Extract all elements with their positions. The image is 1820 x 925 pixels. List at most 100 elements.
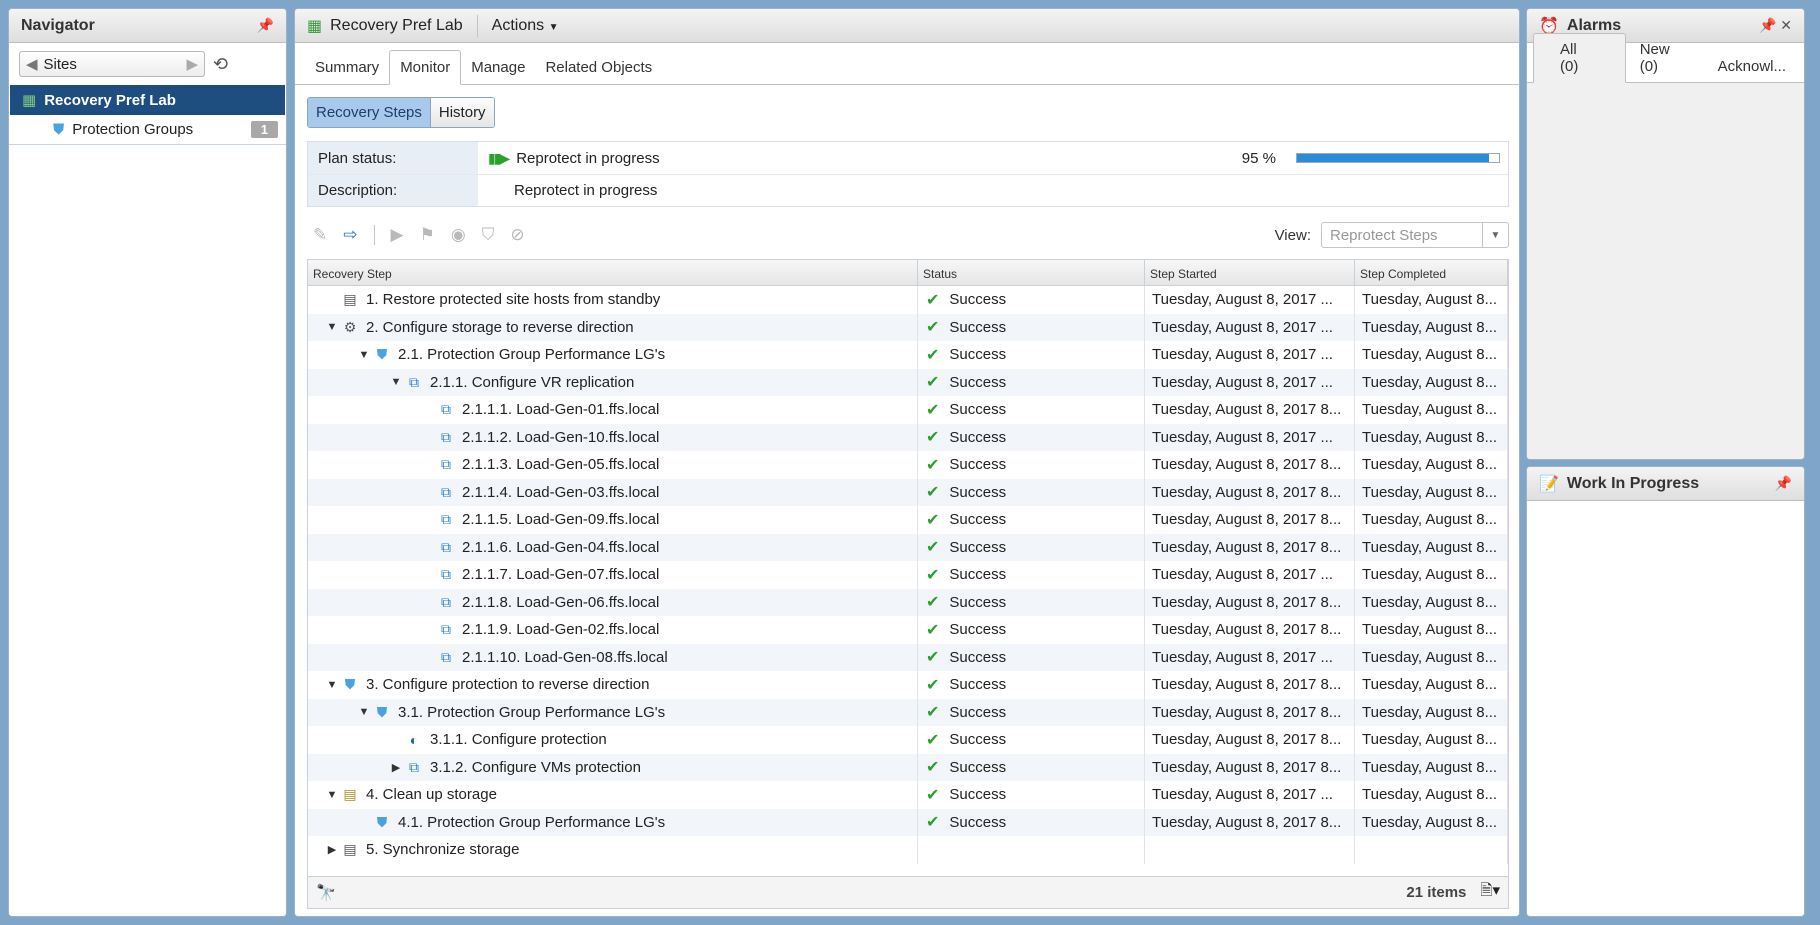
vm-step-icon: ⧉ bbox=[441, 401, 451, 418]
success-check-icon: ✔ bbox=[926, 291, 940, 309]
table-row[interactable]: ⧉ 2.1.1.7. Load-Gen-07.ffs.local ✔ Success T… bbox=[308, 561, 1508, 589]
chevron-down-icon[interactable]: ▼ bbox=[1482, 223, 1508, 247]
description-value: Reprotect in progress bbox=[514, 182, 658, 199]
shield-action-icon[interactable]: ⛉ bbox=[482, 225, 495, 245]
sites-label: Sites bbox=[43, 55, 77, 73]
history-icon[interactable]: ⟲ bbox=[213, 54, 228, 75]
navigator-header: Navigator 📌 bbox=[9, 9, 286, 43]
view-select[interactable]: Reprotect Steps ▼ bbox=[1321, 222, 1509, 248]
table-row[interactable]: ▶ ▤ 5. Synchronize storage bbox=[308, 836, 1508, 864]
step-status: Success bbox=[949, 648, 1007, 666]
expand-toggle-icon[interactable]: ▶ bbox=[324, 843, 340, 856]
find-icon[interactable]: 🔭 bbox=[316, 883, 336, 903]
table-row[interactable]: ▼ ⧉ 2.1.1. Configure VR replication ✔ Succes… bbox=[308, 368, 1508, 396]
table-row[interactable]: ⧉ 2.1.1.5. Load-Gen-09.ffs.local ✔ Success T… bbox=[308, 506, 1508, 534]
cancel-icon[interactable]: ⊘ bbox=[510, 225, 524, 245]
reprotect-icon[interactable]: ◉ bbox=[451, 225, 466, 245]
expand-toggle-icon[interactable]: ▶ bbox=[388, 761, 404, 774]
collapse-toggle-icon[interactable]: ▼ bbox=[356, 706, 372, 718]
export-steps-icon[interactable]: ⇨ bbox=[343, 225, 357, 245]
step-status: Success bbox=[949, 456, 1007, 474]
view-label: View: bbox=[1274, 226, 1311, 244]
nav-item-protection-groups[interactable]: ⛊ Protection Groups 1 bbox=[9, 115, 286, 145]
table-row[interactable]: ⧉ 2.1.1.8. Load-Gen-06.ffs.local ✔ Success T… bbox=[308, 588, 1508, 616]
step-status: Success bbox=[949, 758, 1007, 776]
step-completed: Tuesday, August 8... bbox=[1362, 593, 1498, 611]
table-row[interactable]: ▶ ⧉ 3.1.2. Configure VMs protection ✔ Succes… bbox=[308, 753, 1508, 781]
table-row[interactable]: ⧉ 2.1.1.4. Load-Gen-03.ffs.local ✔ Success T… bbox=[308, 478, 1508, 506]
success-check-icon: ✔ bbox=[926, 484, 940, 502]
column-header[interactable]: Recovery Step bbox=[308, 260, 918, 285]
step-started: Tuesday, August 8, 2017 ... bbox=[1152, 373, 1333, 391]
table-row[interactable]: ⛊ 4.1. Protection Group Performance LG's ✔… bbox=[308, 808, 1508, 836]
shield-step-icon: ⛊ bbox=[376, 346, 388, 363]
tab-monitor[interactable]: Monitor bbox=[389, 50, 462, 85]
step-status: Success bbox=[949, 511, 1007, 529]
step-status: Success bbox=[949, 373, 1007, 391]
chevron-left-icon[interactable]: ◀ bbox=[26, 55, 38, 73]
step-completed: Tuesday, August 8... bbox=[1362, 758, 1498, 776]
cleanup-icon[interactable]: ⚑ bbox=[420, 225, 435, 245]
step-completed: Tuesday, August 8... bbox=[1362, 538, 1498, 556]
step-status: Success bbox=[949, 731, 1007, 749]
table-row[interactable]: ▼ ⛊ 3.1. Protection Group Performance LG's… bbox=[308, 698, 1508, 726]
step-status: Success bbox=[949, 621, 1007, 639]
table-row[interactable]: ⧉ 2.1.1.10. Load-Gen-08.ffs.local ✔ Success… bbox=[308, 643, 1508, 671]
table-row[interactable]: ⧉ 2.1.1.6. Load-Gen-04.ffs.local ✔ Success T… bbox=[308, 533, 1508, 561]
success-check-icon: ✔ bbox=[926, 374, 940, 392]
sites-breadcrumb-button[interactable]: ◀ Sites ▶ bbox=[19, 51, 205, 77]
alarms-panel: ⏰ Alarms 📌 ✕ All (0) New (0) Acknowl... bbox=[1526, 8, 1805, 460]
step-completed: Tuesday, August 8... bbox=[1362, 373, 1498, 391]
table-row[interactable]: ◐ 3.1.1. Configure protection ✔ Success Tues… bbox=[308, 726, 1508, 754]
step-status: Success bbox=[949, 786, 1007, 804]
table-row[interactable]: ▼ ⛊ 3. Configure protection to reverse dir… bbox=[308, 671, 1508, 699]
recovery-steps-grid: Recovery Step Status Step Started Step C… bbox=[307, 259, 1509, 877]
collapse-toggle-icon[interactable]: ▼ bbox=[324, 679, 340, 691]
host-step-icon: ▤ bbox=[343, 841, 357, 858]
column-header[interactable]: Step Started bbox=[1145, 260, 1355, 285]
grid-header: Recovery Step Status Step Started Step C… bbox=[308, 260, 1508, 286]
table-row[interactable]: ⧉ 2.1.1.9. Load-Gen-02.ffs.local ✔ Success T… bbox=[308, 616, 1508, 644]
subtab-history[interactable]: History bbox=[430, 98, 494, 127]
table-row[interactable]: ⧉ 2.1.1.2. Load-Gen-10.ffs.local ✔ Success T… bbox=[308, 423, 1508, 451]
tab-alarms-new[interactable]: New (0) bbox=[1628, 34, 1704, 82]
success-check-icon: ✔ bbox=[926, 621, 940, 639]
step-started: Tuesday, August 8, 2017 8... bbox=[1152, 703, 1342, 721]
chevron-right-icon[interactable]: ▶ bbox=[186, 55, 198, 73]
nav-item-recovery-plan[interactable]: ▦ Recovery Pref Lab bbox=[10, 85, 285, 115]
steps-toolbar: ✎ ⇨ ▶ ⚑ ◉ ⛉ ⊘ View: Reprotect Steps ▼ bbox=[307, 219, 1509, 251]
tab-related-objects[interactable]: Related Objects bbox=[535, 59, 662, 84]
tab-manage[interactable]: Manage bbox=[461, 59, 535, 84]
collapse-toggle-icon[interactable]: ▼ bbox=[356, 349, 372, 361]
step-name: 2.1. Protection Group Performance LG's bbox=[398, 346, 666, 364]
step-completed: Tuesday, August 8... bbox=[1362, 291, 1498, 309]
pin-icon[interactable]: 📌 bbox=[1775, 475, 1792, 492]
table-row[interactable]: ⧉ 2.1.1.1. Load-Gen-01.ffs.local ✔ Success T… bbox=[308, 396, 1508, 424]
pin-icon[interactable]: 📌 ✕ bbox=[1759, 17, 1792, 34]
tab-summary[interactable]: Summary bbox=[305, 59, 389, 84]
success-check-icon: ✔ bbox=[926, 539, 940, 557]
actions-menu[interactable]: Actions ▼ bbox=[492, 17, 559, 35]
step-status: Success bbox=[949, 428, 1007, 446]
table-row[interactable]: ▼ ⚙ 2. Configure storage to reverse direct… bbox=[308, 313, 1508, 341]
column-header[interactable]: Step Completed bbox=[1355, 260, 1508, 285]
collapse-toggle-icon[interactable]: ▼ bbox=[324, 789, 340, 801]
export-icon[interactable]: 🗎▾ bbox=[1480, 880, 1500, 905]
run-icon[interactable]: ▶ bbox=[391, 225, 404, 245]
table-row[interactable]: ⧉ 2.1.1.3. Load-Gen-05.ffs.local ✔ Success T… bbox=[308, 451, 1508, 479]
table-row[interactable]: ▼ ▤ 4. Clean up storage ✔ Success Tuesday, Au… bbox=[308, 781, 1508, 809]
pin-icon[interactable]: 📌 bbox=[257, 17, 274, 34]
subtab-recovery-steps[interactable]: Recovery Steps bbox=[308, 98, 431, 127]
success-check-icon: ✔ bbox=[926, 456, 940, 474]
collapse-toggle-icon[interactable]: ▼ bbox=[388, 376, 404, 388]
table-row[interactable]: ▤ 1. Restore protected site hosts from st… bbox=[308, 286, 1508, 314]
table-row[interactable]: ▼ ⛊ 2.1. Protection Group Performance LG's… bbox=[308, 341, 1508, 369]
step-name: 2.1.1.8. Load-Gen-06.ffs.local bbox=[462, 593, 660, 611]
tab-alarms-acknowledged[interactable]: Acknowl... bbox=[1706, 51, 1798, 82]
plan-info: Plan status: ▮▮▶ Reprotect in progress 9… bbox=[307, 141, 1509, 207]
column-header[interactable]: Status bbox=[918, 260, 1145, 285]
tab-alarms-all[interactable]: All (0) bbox=[1533, 33, 1626, 83]
success-check-icon: ✔ bbox=[926, 511, 940, 529]
collapse-toggle-icon[interactable]: ▼ bbox=[324, 321, 340, 333]
edit-step-icon[interactable]: ✎ bbox=[313, 225, 327, 245]
